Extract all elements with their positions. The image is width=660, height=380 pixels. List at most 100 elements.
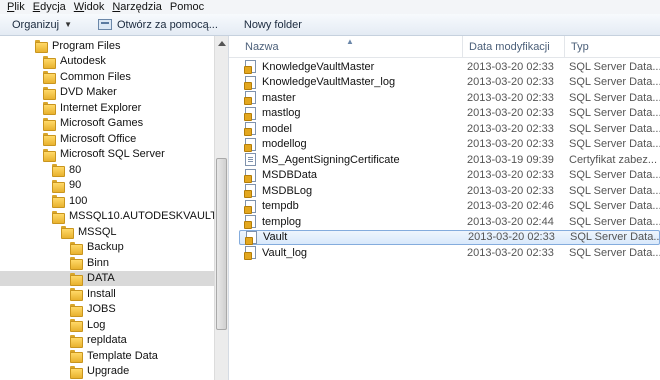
menu-item-label: idok	[84, 1, 105, 13]
database-file-icon	[244, 91, 256, 106]
file-row[interactable]: KnowledgeVaultMaster 2013-03-20 02:33 SQL …	[239, 59, 660, 75]
tree-item[interactable]: Program Files	[0, 38, 215, 54]
file-name-cell: KnowledgeVaultMaster	[239, 60, 453, 75]
menu-item-accesskey: W	[73, 1, 85, 13]
tree-item[interactable]: Template Data	[0, 348, 215, 364]
file-date: 2013-03-20 02:33	[468, 231, 555, 244]
database-file-icon	[244, 184, 256, 199]
file-date: 2013-03-20 02:46	[467, 200, 554, 213]
tree-item-label: 100	[69, 194, 88, 207]
folder-icon	[43, 55, 56, 69]
column-header-type[interactable]: Typ	[564, 36, 660, 58]
new-folder-label: Nowy folder	[243, 18, 302, 31]
file-date: 2013-03-20 02:33	[467, 184, 554, 197]
menu-item[interactable]: Edycja	[30, 0, 71, 14]
file-name: model	[262, 122, 292, 135]
menu-item-label: lik	[14, 1, 25, 13]
scroll-up-arrow-icon[interactable]	[218, 41, 226, 46]
column-header-date[interactable]: Data modyfikacji	[462, 36, 563, 58]
file-row[interactable]: mastlog 2013-03-20 02:33 SQL Server Data..…	[239, 106, 660, 122]
tree-item[interactable]: Microsoft Office	[0, 131, 215, 147]
tree-item-label: DVD Maker	[60, 86, 117, 99]
folder-icon	[70, 303, 83, 317]
tree-item[interactable]: Upgrade	[0, 364, 215, 380]
tree-item[interactable]: 80	[0, 162, 215, 178]
tree-item[interactable]: Common Files	[0, 69, 215, 85]
tree-item[interactable]: Log	[0, 317, 215, 333]
file-type: SQL Server Data...	[570, 231, 660, 244]
folder-icon	[43, 148, 56, 162]
file-date: 2013-03-20 02:44	[467, 215, 554, 228]
file-row[interactable]: Vault 2013-03-20 02:33 SQL Server Data...	[239, 229, 660, 245]
menu-item-label: Pomoc	[169, 1, 205, 13]
file-name: Vault	[263, 231, 288, 244]
open-with-label: Otwórz za pomocą...	[117, 18, 218, 31]
tree-item-label: MSSQL10.AUTODESKVAULT	[69, 210, 217, 223]
tree-item[interactable]: Backup	[0, 240, 215, 256]
file-date: 2013-03-20 02:33	[467, 169, 554, 182]
file-row[interactable]: MSDBData 2013-03-20 02:33 SQL Server Data.…	[239, 168, 660, 184]
menu-item[interactable]: Widok	[71, 0, 110, 14]
tree-item[interactable]: JOBS	[0, 302, 215, 318]
file-date: 2013-03-20 02:33	[467, 122, 554, 135]
scrollbar-thumb[interactable]	[216, 158, 227, 330]
file-row[interactable]: tempdb 2013-03-20 02:46 SQL Server Data...	[239, 199, 660, 215]
new-folder-button[interactable]: Nowy folder	[244, 19, 302, 31]
menu-item[interactable]: Narzędzia	[109, 0, 167, 14]
tree-item-label: Microsoft Office	[60, 132, 137, 145]
sort-ascending-icon: ▲	[346, 37, 354, 46]
organize-label: Organizuj	[12, 18, 60, 31]
certificate-file-icon	[245, 153, 256, 167]
file-date: 2013-03-20 02:33	[467, 91, 554, 104]
tree-item[interactable]: Install	[0, 286, 215, 302]
file-row[interactable]: MSDBLog 2013-03-20 02:33 SQL Server Data..…	[239, 183, 660, 199]
tree-item[interactable]: repldata	[0, 333, 215, 349]
tree-item[interactable]: Internet Explorer	[0, 100, 215, 116]
column-date-label: Data modyfikacji	[469, 41, 550, 53]
folder-icon	[43, 117, 56, 131]
file-type: SQL Server Data...	[569, 122, 660, 135]
file-row[interactable]: model 2013-03-20 02:33 SQL Server Data...	[239, 121, 660, 137]
tree-item-label: 90	[69, 179, 82, 192]
folder-icon	[35, 40, 48, 54]
file-date: 2013-03-20 02:33	[467, 246, 554, 259]
file-name: MS_AgentSigningCertificate	[262, 153, 400, 166]
tree-item[interactable]: DVD Maker	[0, 85, 215, 101]
file-name: KnowledgeVaultMaster_log	[262, 76, 396, 89]
file-row[interactable]: KnowledgeVaultMaster_log 2013-03-20 02:33…	[239, 75, 660, 91]
tree-item[interactable]: Microsoft Games	[0, 116, 215, 132]
tree-scrollbar[interactable]	[214, 36, 228, 380]
tree-item[interactable]: 100	[0, 193, 215, 209]
tree-item[interactable]: DATA	[0, 270, 215, 286]
menu-item[interactable]: Pomoc	[167, 0, 209, 14]
file-row[interactable]: master 2013-03-20 02:33 SQL Server Data...	[239, 90, 660, 106]
folder-icon	[70, 365, 83, 379]
file-type: SQL Server Data...	[569, 91, 660, 104]
tree-item[interactable]: 90	[0, 178, 215, 194]
database-file-icon	[244, 168, 256, 183]
folder-icon	[70, 319, 83, 333]
file-row[interactable]: Vault_log 2013-03-20 02:33 SQL Server Data…	[239, 245, 660, 261]
open-with-icon	[98, 19, 112, 30]
file-row[interactable]: modellog 2013-03-20 02:33 SQL Server Data.…	[239, 137, 660, 153]
tree-item[interactable]: Autodesk	[0, 54, 215, 70]
database-file-icon	[244, 60, 256, 75]
file-name-cell: model	[239, 122, 453, 137]
tree-item[interactable]: MSSQL10.AUTODESKVAULT	[0, 209, 217, 225]
file-type: Certyfikat zabez...	[569, 153, 658, 166]
folder-tree: Program Files Autodesk Common Files DVD Mak…	[0, 36, 229, 380]
file-row[interactable]: templog 2013-03-20 02:44 SQL Server Data..…	[239, 214, 660, 230]
open-with-button[interactable]: Otwórz za pomocą...	[98, 19, 218, 31]
tree-item-label: Binn	[87, 256, 110, 269]
database-file-icon	[244, 137, 256, 152]
database-file-icon	[244, 246, 256, 261]
tree-item[interactable]: Microsoft SQL Server	[0, 147, 215, 163]
menu-item[interactable]: Plik	[4, 0, 30, 14]
file-row[interactable]: MS_AgentSigningCertificate 2013-03-19 09:…	[239, 152, 660, 168]
file-name: MSDBLog	[262, 184, 313, 197]
folder-icon	[52, 179, 65, 193]
folder-icon	[70, 334, 83, 348]
organize-button[interactable]: Organizuj ▼	[12, 19, 72, 31]
tree-item[interactable]: MSSQL	[0, 224, 215, 240]
tree-item[interactable]: Binn	[0, 255, 215, 271]
